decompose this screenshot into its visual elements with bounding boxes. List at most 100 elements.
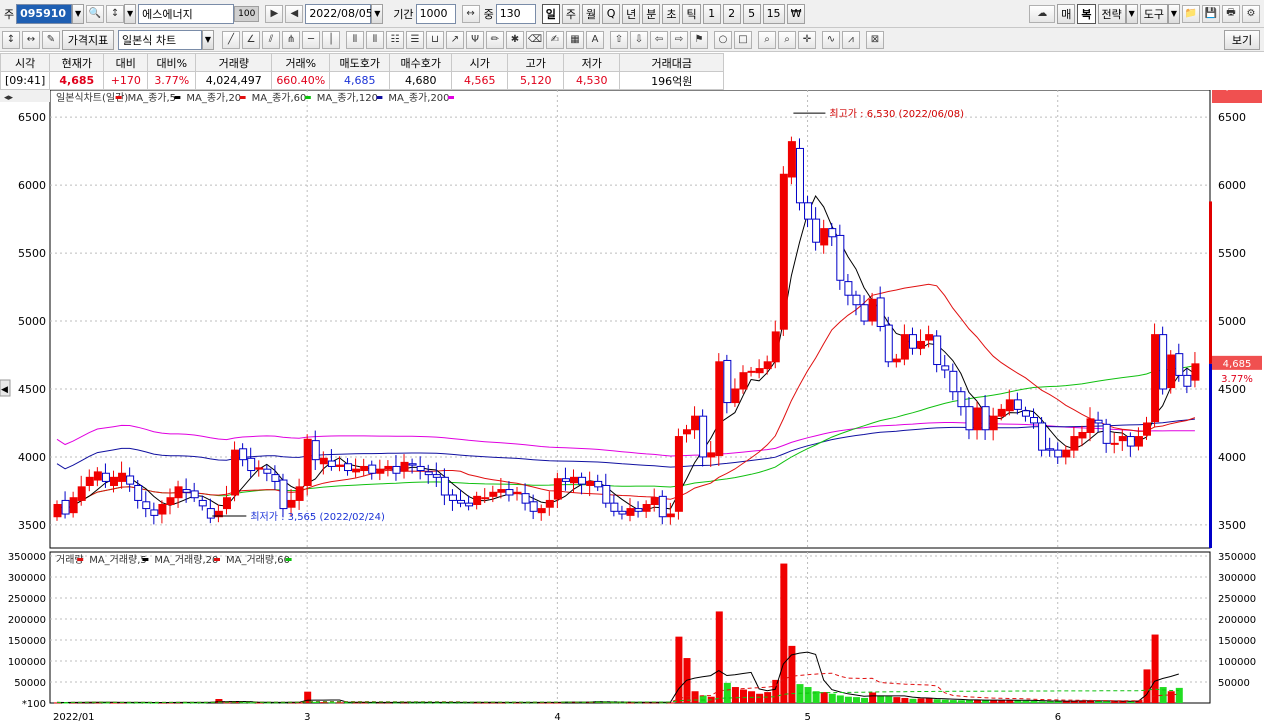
indicator-button[interactable]: 가격지표 <box>62 29 114 50</box>
candle-body-6 <box>101 472 110 482</box>
candle-body-117 <box>997 408 1006 417</box>
quote-header-2: 대비 <box>103 53 149 72</box>
candle-body-60 <box>537 508 546 514</box>
date-dropdown-button[interactable]: ▼ <box>371 3 384 24</box>
fibonacci-icon[interactable]: ⦀ <box>346 30 364 49</box>
interval-5-button[interactable]: 5 <box>742 3 761 24</box>
play-prev-icon[interactable]: ◀ <box>285 4 304 23</box>
time-zone-icon[interactable]: ⊔ <box>426 30 444 49</box>
chart-search-icon[interactable]: ⌕ <box>778 30 796 49</box>
zoom-icon[interactable]: ⌕ <box>758 30 776 49</box>
vertical-line-icon[interactable]: │ <box>322 30 340 49</box>
interval-year-button[interactable]: 년 <box>622 3 641 24</box>
arrow-line-icon[interactable]: ↗ <box>446 30 464 49</box>
memo-icon[interactable]: ✍ <box>546 30 564 49</box>
retracement-icon[interactable]: ☰ <box>406 30 424 49</box>
indicator-edit-icon[interactable]: ✎ <box>42 30 60 49</box>
horizontal-line-icon[interactable]: ─ <box>302 30 320 49</box>
pencil-icon[interactable]: ✏ <box>486 30 504 49</box>
color-icon[interactable]: ✱ <box>506 30 524 49</box>
price-legend-4: MA_종가,120 <box>317 92 378 104</box>
scroll-horizontal-icon[interactable]: ↔ <box>22 30 40 49</box>
interval-day-button[interactable]: 일 <box>541 3 560 24</box>
candle-body-131 <box>1110 442 1119 445</box>
volume-bar-96 <box>828 693 836 703</box>
interval-2-button[interactable]: 2 <box>722 3 741 24</box>
interval-15-button[interactable]: 15 <box>762 3 785 24</box>
arrow-down-icon[interactable]: ⇩ <box>630 30 648 49</box>
play-next-icon[interactable]: ▶ <box>265 4 284 23</box>
candle-body-22 <box>231 449 240 496</box>
candle-body-35 <box>335 464 344 467</box>
volume-tick-right-7: 350000 <box>1218 552 1256 563</box>
interval-quarter-button[interactable]: Q <box>602 3 621 24</box>
buy-button[interactable]: 매 <box>1057 3 1076 24</box>
pitchfork-icon[interactable]: Ψ <box>466 30 484 49</box>
quote-header-3: 대비% <box>147 53 197 72</box>
close-drawing-icon[interactable]: ⊠ <box>866 30 884 49</box>
strategy-button[interactable]: 전략 <box>1097 3 1126 24</box>
trendline-icon[interactable]: ╱ <box>222 30 240 49</box>
stock-chart[interactable]: ◂▸3500 35004000 40004500 45005000 50005500 55… <box>0 82 1264 723</box>
interval-minute-button[interactable]: 분 <box>642 3 661 24</box>
cycle-icon[interactable]: ⦀ <box>366 30 384 49</box>
view-button[interactable]: 보기 <box>1224 29 1260 50</box>
circle-icon[interactable]: ○ <box>714 30 732 49</box>
zigzag-icon[interactable]: ⩘ <box>842 30 860 49</box>
candle-body-139 <box>1175 353 1184 376</box>
sort-icon[interactable]: ↕ <box>106 4 125 23</box>
arrow-up-icon[interactable]: ⇧ <box>610 30 628 49</box>
cloud-icon[interactable]: ☁ <box>1029 4 1056 23</box>
stock-code-input[interactable]: 095910 <box>16 3 73 24</box>
text-icon[interactable]: A <box>586 30 604 49</box>
volume-bar-116 <box>990 700 998 703</box>
angle-icon[interactable]: ∠ <box>242 30 260 49</box>
save-icon[interactable]: 💾 <box>1202 4 1220 23</box>
interval-tick-button[interactable]: 틱 <box>682 3 701 24</box>
candle-body-34 <box>327 460 336 467</box>
crosshair-icon[interactable]: ✛ <box>798 30 816 49</box>
chart-type-dropdown-button[interactable]: ▼ <box>202 29 214 50</box>
quote-header-row: 시각 현재가 대비 대비% 거래량 거래% 매도호가 매수호가 시가 고가 저가 거래대금 <box>0 53 725 72</box>
search-icon[interactable]: 🔍 <box>86 4 105 23</box>
tools-dropdown-button[interactable]: ▼ <box>1168 3 1180 24</box>
name-badge: 100 <box>234 5 260 22</box>
folder-icon[interactable]: 📁 <box>1182 4 1200 23</box>
interval-second-button[interactable]: 초 <box>662 3 681 24</box>
scroll-up-icon[interactable]: ↕ <box>2 30 20 49</box>
flag-icon[interactable]: ⚑ <box>690 30 708 49</box>
candle-body-7 <box>109 476 118 486</box>
stock-name-field[interactable]: 에스에너지 <box>138 3 235 24</box>
grid-lines-icon[interactable]: ☷ <box>386 30 404 49</box>
eraser-icon[interactable]: ⌫ <box>526 30 544 49</box>
interval-week-button[interactable]: 주 <box>561 3 580 24</box>
month-label-4: 6 <box>1055 712 1061 723</box>
channel-icon[interactable]: ⫽ <box>262 30 280 49</box>
chart-area[interactable]: ◂▸ 3500 3500 4000 4000 4500 4500 5000 5000 5500 55… <box>0 82 1264 723</box>
view-count-input[interactable]: 130 <box>495 3 536 24</box>
compound-button[interactable]: 복 <box>1077 3 1096 24</box>
fan-icon[interactable]: ⋔ <box>282 30 300 49</box>
volume-bar-79 <box>691 691 699 703</box>
print-icon[interactable]: 🖶 <box>1222 4 1240 23</box>
settings-icon[interactable]: ⚙ <box>1242 4 1260 23</box>
sort-dropdown-button[interactable]: ▼ <box>124 3 137 24</box>
arrow-left-icon[interactable]: ⇦ <box>650 30 668 49</box>
calc-icon[interactable]: ▦ <box>566 30 584 49</box>
strategy-dropdown-button[interactable]: ▼ <box>1125 3 1138 24</box>
interval-1-button[interactable]: 1 <box>702 3 721 24</box>
rectangle-icon[interactable]: □ <box>734 30 752 49</box>
candle-body-16 <box>182 489 191 493</box>
period-input[interactable]: 1000 <box>415 3 456 24</box>
range-icon[interactable]: ↔ <box>461 4 480 23</box>
tools-button[interactable]: 도구 <box>1139 3 1168 24</box>
date-input[interactable]: 2022/08/05 <box>305 3 373 24</box>
arrow-right-icon[interactable]: ⇨ <box>670 30 688 49</box>
interval-won-button[interactable]: ₩ <box>786 3 806 24</box>
code-dropdown-button[interactable]: ▼ <box>72 3 85 24</box>
interval-month-button[interactable]: 월 <box>581 3 601 24</box>
wave-icon[interactable]: ∿ <box>822 30 840 49</box>
volume-tick-right-1: 50000 <box>1218 678 1250 689</box>
volume-bar-93 <box>804 687 812 703</box>
chart-type-select[interactable]: 일본식 차트 <box>118 29 202 50</box>
